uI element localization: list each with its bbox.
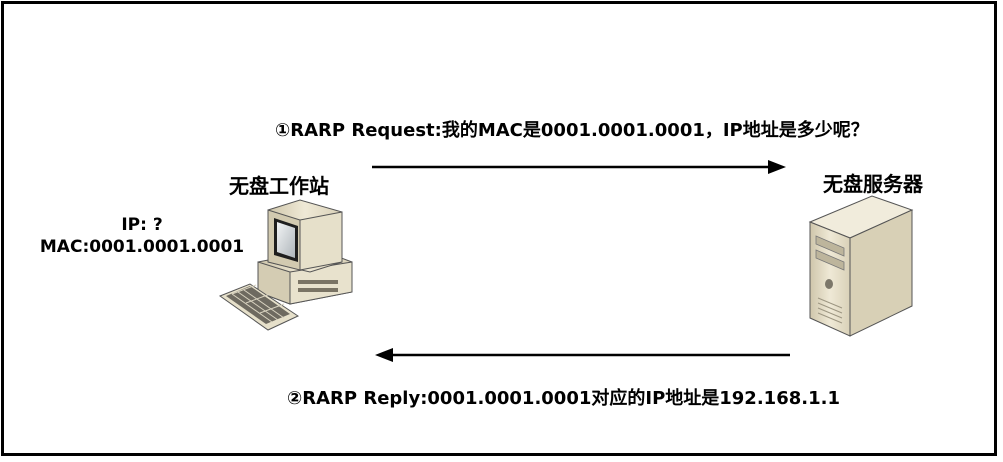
workstation-mac-label: MAC:0001.0001.0001 [39,237,245,257]
workstation-title: 无盘工作站 [229,174,329,198]
workstation-ip-label: IP: ? [121,215,163,235]
workstation-address-block: IP: ? MAC:0001.0001.0001 [36,214,248,258]
reply-arrow [375,348,790,362]
request-label: ①RARP Request:我的MAC是0001.0001.0001，IP地址是… [275,120,869,141]
request-arrow [372,160,786,174]
server-tower-icon [808,195,914,337]
server-title: 无盘服务器 [823,172,923,196]
reply-label: ②RARP Reply:0001.0001.0001对应的IP地址是192.16… [287,388,840,409]
